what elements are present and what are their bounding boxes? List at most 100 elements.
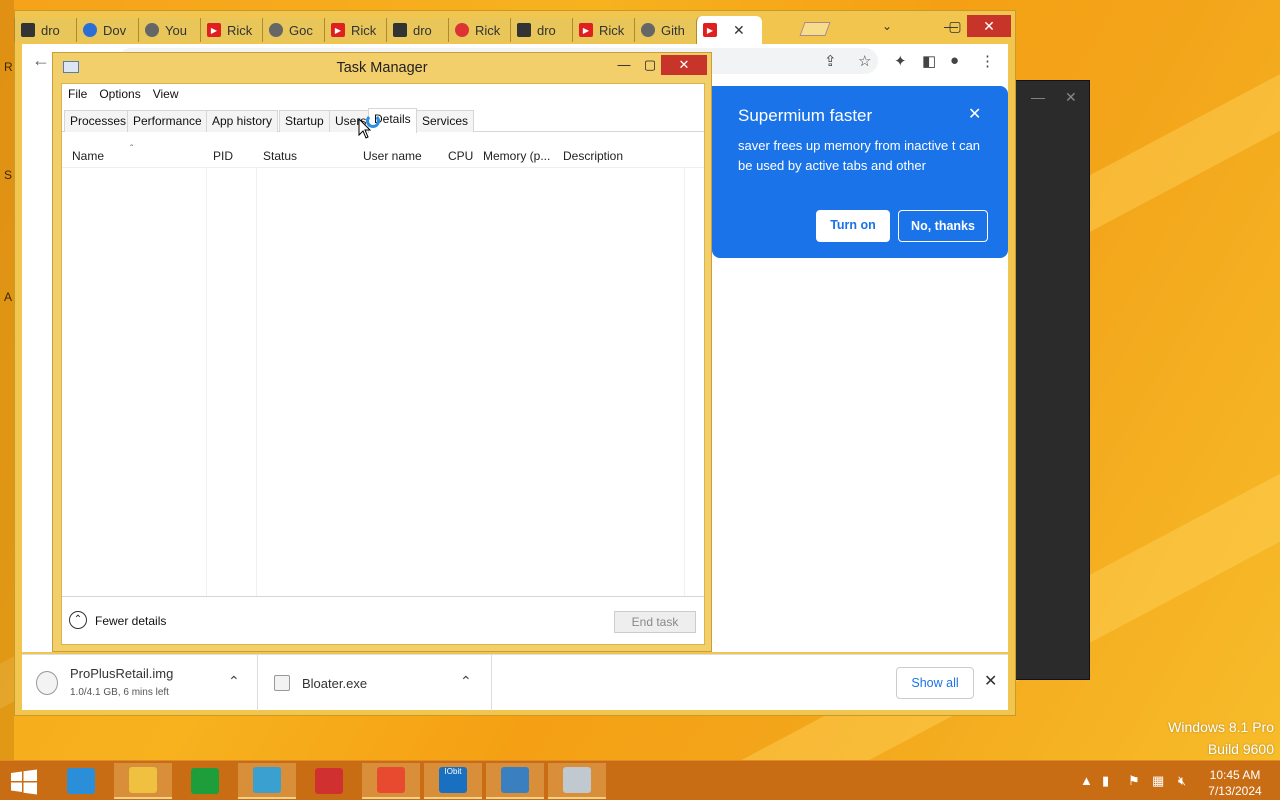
download-item[interactable]: Bloater.exe ⌃: [258, 655, 492, 711]
chevron-up-icon[interactable]: ⌃: [460, 673, 472, 690]
tab-close-icon[interactable]: ✕: [733, 22, 745, 39]
volume-muted-icon[interactable]: 🔇︎: [1178, 773, 1186, 789]
os-name: Windows 8.1 Pro: [1168, 719, 1274, 735]
network-icon[interactable]: ▦: [1152, 773, 1164, 789]
task-manager-titlebar[interactable]: Task Manager — ▢ ✕: [53, 53, 711, 81]
youtube-icon: ▶: [703, 23, 717, 37]
fewer-details-link[interactable]: Fewer details: [95, 614, 166, 628]
menu-bar: File Options View: [62, 84, 704, 106]
download-item[interactable]: ProPlusRetail.img 1.0/4.1 GB, 6 mins lef…: [22, 655, 258, 711]
column-name[interactable]: Name: [72, 149, 104, 163]
start-windows-icon[interactable]: [10, 769, 38, 795]
column-pid[interactable]: PID: [213, 149, 233, 163]
download-filename: Bloater.exe: [302, 676, 368, 691]
store-icon: [191, 768, 219, 794]
tab-startup[interactable]: Startup: [279, 110, 330, 132]
disc-image-file-icon: [36, 671, 58, 695]
share-icon[interactable]: ⇪: [824, 52, 837, 70]
menu-options[interactable]: Options: [93, 84, 146, 106]
memory-saver-bubble: Supermium faster ✕ saver frees up memory…: [712, 86, 1008, 258]
browser-tab[interactable]: Gith: [634, 18, 696, 42]
minimize-icon[interactable]: —: [1031, 89, 1045, 105]
taskbar-app-button[interactable]: [486, 763, 544, 799]
browser-tab[interactable]: dro: [14, 18, 76, 42]
bookmark-star-icon[interactable]: ☆: [858, 52, 871, 70]
taskbar-app-button[interactable]: [114, 763, 172, 799]
browser-close-button[interactable]: ✕: [967, 15, 1011, 37]
github-icon: [641, 23, 655, 37]
taskbar-app-button[interactable]: [52, 763, 110, 799]
bubble-body: saver frees up memory from inactive t ca…: [738, 138, 981, 173]
close-icon[interactable]: ✕: [1065, 89, 1077, 106]
background-dark-window[interactable]: — ✕: [1008, 80, 1090, 680]
menu-file[interactable]: File: [62, 84, 93, 106]
media-player-icon: [377, 767, 405, 793]
taskbar-app-button[interactable]: [176, 763, 234, 799]
menu-view[interactable]: View: [147, 84, 185, 106]
tab-title: Rick: [351, 22, 377, 38]
taskbar-app-button[interactable]: [300, 763, 358, 799]
details-column-header: ˆ Name PID Status User name CPU Memory (…: [62, 144, 704, 168]
minimize-button[interactable]: —: [611, 55, 637, 75]
browser-tab[interactable]: Rick: [448, 18, 510, 42]
browser-tab[interactable]: Dov: [76, 18, 138, 42]
browser-tab[interactable]: dro: [386, 18, 448, 42]
tab-app-history[interactable]: App history: [206, 110, 279, 132]
process-list[interactable]: [62, 168, 704, 596]
task-manager-icon: [563, 767, 591, 793]
sort-ascending-icon: ˆ: [130, 144, 134, 155]
taskbar-app-button[interactable]: [362, 763, 420, 799]
windows-version-watermark: Windows 8.1 Pro Build 9600: [1168, 716, 1274, 760]
close-icon[interactable]: ✕: [984, 671, 997, 691]
maximize-button[interactable]: ▢: [637, 55, 663, 75]
action-center-flag-icon[interactable]: ⚑: [1128, 773, 1140, 789]
iobit-icon: IObit: [439, 767, 467, 793]
tab-performance[interactable]: Performance: [127, 110, 208, 132]
taskbar-app-button[interactable]: [238, 763, 296, 799]
show-hidden-icons-chevron-icon[interactable]: ▲: [1080, 773, 1093, 788]
profile-icon[interactable]: ●: [950, 52, 959, 69]
column-user-name[interactable]: User name: [363, 149, 422, 163]
close-icon[interactable]: ✕: [968, 104, 981, 124]
youtube-icon: ▶: [331, 23, 345, 37]
tab-title: Rick: [475, 22, 501, 38]
browser-tab[interactable]: ▶ ✕: [696, 16, 762, 44]
tab-services[interactable]: Services: [416, 110, 475, 132]
new-tab-button[interactable]: [799, 22, 831, 36]
column-memory[interactable]: Memory (p...: [483, 149, 550, 163]
column-status[interactable]: Status: [263, 149, 297, 163]
desktop-edge-letter: S: [4, 168, 13, 182]
close-button[interactable]: ✕: [661, 55, 707, 75]
opera-icon: [455, 23, 469, 37]
tab-search-button[interactable]: ⌄: [877, 15, 897, 37]
chevron-up-icon[interactable]: ⌃: [228, 673, 240, 690]
browser-tab[interactable]: You: [138, 18, 200, 42]
show-all-button[interactable]: Show all: [896, 667, 974, 699]
power-icon: [83, 23, 97, 37]
clock[interactable]: 10:45 AM 7/13/2024: [1196, 767, 1274, 799]
extensions-icon[interactable]: ✦: [894, 52, 907, 70]
notepad-tray-icon[interactable]: ▮: [1102, 773, 1109, 789]
end-task-button[interactable]: End task: [614, 611, 696, 633]
browser-tab[interactable]: ▶ Rick: [572, 18, 634, 42]
browser-tab[interactable]: ▶ Rick: [324, 18, 386, 42]
tab-title: dro: [41, 22, 60, 38]
browser-tab[interactable]: Goc: [262, 18, 324, 42]
download-status: 1.0/4.1 GB, 6 mins left: [70, 687, 169, 698]
exe-file-icon: [274, 675, 290, 691]
turn-on-button[interactable]: Turn on: [816, 210, 890, 242]
chevron-up-circle-icon[interactable]: ⌃: [69, 611, 87, 629]
back-arrow-icon[interactable]: ←: [32, 50, 50, 71]
taskbar-app-button[interactable]: [548, 763, 606, 799]
browser-tab[interactable]: ▶ Rick: [200, 18, 262, 42]
browser-tab[interactable]: dro: [510, 18, 572, 42]
column-cpu[interactable]: CPU: [448, 149, 473, 163]
column-divider: [684, 168, 685, 596]
more-menu-icon[interactable]: ⋮: [980, 52, 995, 70]
clock-date: 7/13/2024: [1208, 784, 1262, 798]
tab-processes[interactable]: Processes: [64, 110, 133, 132]
no-thanks-button[interactable]: No, thanks: [898, 210, 988, 242]
taskbar-app-button[interactable]: IObit: [424, 763, 482, 799]
column-description[interactable]: Description: [563, 149, 623, 163]
side-panel-icon[interactable]: ◧: [922, 52, 936, 70]
